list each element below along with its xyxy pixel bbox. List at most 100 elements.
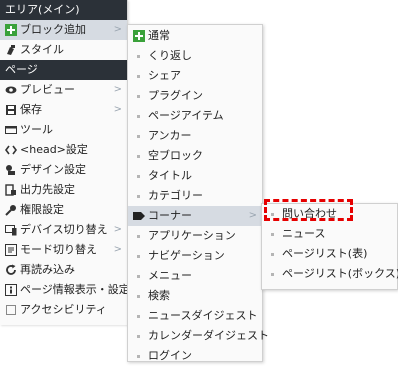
save-label: 保存: [20, 103, 42, 116]
menu-item-output-settings[interactable]: 出力先設定: [0, 180, 127, 200]
plus-icon: [133, 30, 145, 42]
plus-icon: [5, 24, 17, 36]
block-item-repeat[interactable]: くり返し: [128, 46, 262, 66]
paint-icon: [5, 44, 17, 56]
submenu-arrow-icon: >: [248, 210, 257, 221]
block-item-label: プラグイン: [148, 89, 203, 102]
bullet-icon: [137, 275, 140, 278]
corner-item-page-list-table[interactable]: ページリスト(表): [262, 244, 397, 264]
bullet-icon: [137, 255, 140, 258]
bullet-icon: [137, 95, 140, 98]
menu-item-head-settings[interactable]: <head>設定: [0, 140, 127, 160]
bullet-icon: [271, 253, 274, 256]
block-item-navigation[interactable]: ナビゲーション: [128, 246, 262, 266]
block-item-login[interactable]: ログイン: [128, 346, 262, 366]
menu-item-accessibility[interactable]: アクセシビリティ: [0, 300, 127, 320]
head-settings-label: <head>設定: [20, 143, 88, 156]
add-block-label: ブロック追加: [20, 23, 86, 36]
block-item-news-digest[interactable]: ニュースダイジェスト: [128, 306, 262, 326]
menu-item-permission-settings[interactable]: 権限設定: [0, 200, 127, 220]
block-item-normal[interactable]: 通常: [128, 26, 262, 46]
submenu-arrow-icon: >: [113, 244, 122, 255]
bullet-icon: [271, 233, 274, 236]
block-item-empty-block[interactable]: 空ブロック: [128, 146, 262, 166]
block-item-title[interactable]: タイトル: [128, 166, 262, 186]
palette-icon: [5, 164, 17, 176]
menu-item-mode-switch[interactable]: モード切り替え >: [0, 240, 127, 260]
mode-icon: [5, 244, 17, 256]
reload-icon: [5, 264, 17, 276]
block-item-calendar-digest[interactable]: カレンダーダイジェスト: [128, 326, 269, 346]
block-item-label: ニュースダイジェスト: [148, 309, 258, 322]
menu-item-page-info[interactable]: ページ情報表示・設定: [0, 280, 130, 300]
mode-switch-label: モード切り替え: [20, 243, 97, 256]
menu-item-preview[interactable]: プレビュー >: [0, 80, 127, 100]
floppy-icon: [5, 104, 17, 116]
annotation-highlight-box: [264, 199, 353, 221]
block-item-anchor[interactable]: アンカー: [128, 126, 262, 146]
block-item-menu[interactable]: メニュー: [128, 266, 262, 286]
bullet-icon: [137, 195, 140, 198]
menu-item-device-switch[interactable]: デバイス切り替え >: [0, 220, 127, 240]
block-item-label: カテゴリー: [148, 189, 203, 202]
block-item-category[interactable]: カテゴリー: [128, 186, 262, 206]
bullet-icon: [137, 75, 140, 78]
output-settings-label: 出力先設定: [20, 183, 75, 196]
menu-item-design-settings[interactable]: デザイン設定: [0, 160, 127, 180]
bullet-icon: [137, 235, 140, 238]
device-switch-label: デバイス切り替え: [20, 223, 108, 236]
menu-item-style[interactable]: スタイル: [0, 40, 127, 60]
bullet-icon: [137, 315, 140, 318]
block-item-label: ログイン: [148, 349, 192, 362]
submenu-arrow-icon: >: [113, 104, 122, 115]
device-icon: [5, 224, 17, 236]
block-item-label: シェア: [148, 69, 181, 82]
key-icon: [5, 204, 17, 216]
block-item-corner[interactable]: コーナー >: [128, 206, 262, 226]
corner-item-news[interactable]: ニュース: [262, 224, 397, 244]
area-header: エリア(メイン): [0, 0, 127, 20]
corner-item-page-list-box[interactable]: ページリスト(ボックス): [262, 264, 398, 284]
block-item-label: コーナー: [148, 209, 192, 222]
eye-icon: [5, 84, 17, 96]
submenu-arrow-icon: >: [113, 84, 122, 95]
reload-label: 再読み込み: [20, 263, 75, 276]
page-info-label: ページ情報表示・設定: [20, 283, 130, 296]
block-item-share[interactable]: シェア: [128, 66, 262, 86]
toolbar-icon: [5, 124, 17, 136]
block-item-label: アンカー: [148, 129, 192, 142]
output-icon: [5, 184, 17, 196]
info-icon: [5, 284, 17, 296]
block-item-label: 検索: [148, 289, 170, 302]
block-item-label: ページアイテム: [148, 109, 224, 122]
block-item-label: メニュー: [148, 269, 192, 282]
bullet-icon: [137, 155, 140, 158]
menu-item-save[interactable]: 保存 >: [0, 100, 127, 120]
corner-item-label: ページリスト(ボックス): [282, 267, 398, 280]
submenu-arrow-icon: >: [113, 24, 122, 35]
code-icon: [5, 144, 17, 156]
block-item-label: 通常: [148, 29, 170, 42]
block-item-label: カレンダーダイジェスト: [148, 329, 269, 342]
block-item-plugin[interactable]: プラグイン: [128, 86, 262, 106]
block-item-label: 空ブロック: [148, 149, 203, 162]
style-label: スタイル: [20, 43, 64, 56]
bullet-icon: [137, 135, 140, 138]
corner-icon: [133, 210, 145, 222]
preview-label: プレビュー: [20, 83, 75, 96]
page-header: ページ: [0, 60, 127, 80]
menu-item-add-block[interactable]: ブロック追加 >: [0, 20, 127, 40]
bullet-icon: [137, 115, 140, 118]
design-settings-label: デザイン設定: [20, 163, 86, 176]
block-item-application[interactable]: アプリケーション: [128, 226, 262, 246]
block-item-label: くり返し: [148, 49, 192, 62]
tools-label: ツール: [20, 123, 53, 136]
block-item-page-item[interactable]: ページアイテム: [128, 106, 262, 126]
menu-item-reload[interactable]: 再読み込み: [0, 260, 127, 280]
accessibility-icon: [5, 304, 17, 316]
menu-item-tools[interactable]: ツール: [0, 120, 127, 140]
submenu-arrow-icon: >: [113, 224, 122, 235]
block-item-search[interactable]: 検索: [128, 286, 262, 306]
accessibility-label: アクセシビリティ: [20, 303, 107, 316]
bullet-icon: [137, 295, 140, 298]
